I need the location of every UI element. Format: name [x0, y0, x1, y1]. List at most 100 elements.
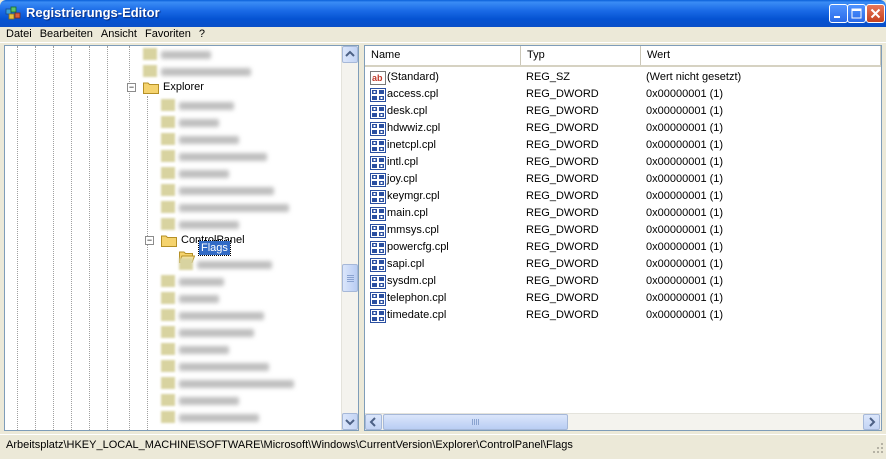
- value-data: 0x00000001 (1): [646, 291, 724, 304]
- value-name-cell: sysdm.cpl: [365, 274, 521, 289]
- value-name: sapi.cpl: [387, 257, 425, 270]
- value-row[interactable]: sysdm.cpl REG_DWORD 0x00000001 (1): [365, 272, 881, 289]
- column-header-value[interactable]: Wert: [641, 46, 881, 65]
- value-name-cell: intl.cpl: [365, 155, 521, 170]
- chevron-left-icon: [369, 417, 376, 427]
- folder-icon: [143, 82, 159, 94]
- close-button[interactable]: [866, 4, 885, 23]
- scroll-thumb[interactable]: [383, 414, 568, 430]
- value-type: REG_DWORD: [526, 189, 599, 202]
- tree-guide-line: [35, 46, 36, 430]
- value-type: REG_DWORD: [526, 172, 599, 185]
- value-row[interactable]: sapi.cpl REG_DWORD 0x00000001 (1): [365, 255, 881, 272]
- value-name: hdwwiz.cpl: [387, 121, 441, 134]
- value-data: 0x00000001 (1): [646, 257, 724, 270]
- column-header-name[interactable]: Name: [365, 46, 521, 65]
- value-name-cell: powercfg.cpl: [365, 240, 521, 255]
- menu-bar: Datei Bearbeiten Ansicht Favoriten ?: [0, 27, 886, 43]
- scroll-up-button[interactable]: [342, 46, 358, 63]
- scroll-down-button[interactable]: [342, 413, 358, 430]
- value-name-cell: access.cpl: [365, 87, 521, 102]
- tree-item-label: Explorer: [163, 81, 204, 93]
- list-horizontal-scrollbar[interactable]: [365, 413, 881, 430]
- value-data: 0x00000001 (1): [646, 240, 724, 253]
- menu-ansicht[interactable]: Ansicht: [97, 27, 141, 43]
- value-name-cell: keymgr.cpl: [365, 189, 521, 204]
- menu-help[interactable]: ?: [195, 27, 209, 43]
- tree-guide-line: [89, 46, 90, 430]
- tree-item-label-selected[interactable]: Flags: [198, 240, 231, 256]
- value-row[interactable]: joy.cpl REG_DWORD 0x00000001 (1): [365, 170, 881, 187]
- value-type: REG_DWORD: [526, 104, 599, 117]
- value-type: REG_DWORD: [526, 223, 599, 236]
- scroll-right-button[interactable]: [863, 414, 880, 430]
- value-row[interactable]: ab (Standard) REG_SZ (Wert nicht gesetzt): [365, 68, 881, 85]
- value-row[interactable]: access.cpl REG_DWORD 0x00000001 (1): [365, 85, 881, 102]
- value-row[interactable]: intl.cpl REG_DWORD 0x00000001 (1): [365, 153, 881, 170]
- value-name-cell: ab (Standard): [365, 70, 521, 85]
- value-name-cell: joy.cpl: [365, 172, 521, 187]
- value-data: 0x00000001 (1): [646, 206, 724, 219]
- value-row[interactable]: inetcpl.cpl REG_DWORD 0x00000001 (1): [365, 136, 881, 153]
- column-header-type[interactable]: Typ: [521, 46, 641, 65]
- value-row[interactable]: hdwwiz.cpl REG_DWORD 0x00000001 (1): [365, 119, 881, 136]
- value-data: (Wert nicht gesetzt): [646, 70, 742, 83]
- value-row[interactable]: keymgr.cpl REG_DWORD 0x00000001 (1): [365, 187, 881, 204]
- binary-value-icon: [370, 308, 386, 323]
- scroll-left-button[interactable]: [365, 414, 382, 430]
- minimize-button[interactable]: [829, 4, 848, 23]
- value-data: 0x00000001 (1): [646, 274, 724, 287]
- title-bar[interactable]: Registrierungs-Editor: [0, 0, 886, 27]
- value-name-cell: hdwwiz.cpl: [365, 121, 521, 136]
- value-row[interactable]: desk.cpl REG_DWORD 0x00000001 (1): [365, 102, 881, 119]
- string-value-icon: ab: [370, 70, 386, 85]
- binary-value-icon: [370, 172, 386, 187]
- value-rows: ab (Standard) REG_SZ (Wert nicht gesetzt) ac…: [365, 68, 881, 323]
- value-list[interactable]: Name Typ Wert ab (Standard) REG_SZ (Wert ni…: [364, 45, 882, 431]
- value-data: 0x00000001 (1): [646, 104, 724, 117]
- value-row[interactable]: mmsys.cpl REG_DWORD 0x00000001 (1): [365, 221, 881, 238]
- value-name: joy.cpl: [387, 172, 418, 185]
- menu-bearbeiten[interactable]: Bearbeiten: [36, 27, 97, 43]
- value-type: REG_DWORD: [526, 87, 599, 100]
- value-row[interactable]: powercfg.cpl REG_DWORD 0x00000001 (1): [365, 238, 881, 255]
- scroll-thumb[interactable]: [342, 264, 358, 292]
- menu-datei[interactable]: Datei: [0, 27, 36, 43]
- value-name: keymgr.cpl: [387, 189, 440, 202]
- value-name: (Standard): [387, 70, 439, 83]
- value-name-cell: sapi.cpl: [365, 257, 521, 272]
- value-data: 0x00000001 (1): [646, 189, 724, 202]
- value-type: REG_DWORD: [526, 206, 599, 219]
- value-type: REG_DWORD: [526, 138, 599, 151]
- menu-favoriten[interactable]: Favoriten: [141, 27, 195, 43]
- value-data: 0x00000001 (1): [646, 121, 724, 134]
- value-data: 0x00000001 (1): [646, 223, 724, 236]
- collapse-icon[interactable]: −: [145, 236, 154, 245]
- value-name: inetcpl.cpl: [387, 138, 436, 151]
- binary-value-icon: [370, 121, 386, 136]
- close-icon: [870, 8, 881, 19]
- value-name: access.cpl: [387, 87, 439, 100]
- resize-grip-icon[interactable]: [872, 442, 884, 454]
- value-row[interactable]: timedate.cpl REG_DWORD 0x00000001 (1): [365, 306, 881, 323]
- value-type: REG_DWORD: [526, 274, 599, 287]
- maximize-button[interactable]: [847, 4, 866, 23]
- collapse-icon[interactable]: −: [127, 83, 136, 92]
- value-data: 0x00000001 (1): [646, 155, 724, 168]
- tree-guide-line: [107, 46, 108, 430]
- svg-text:ab: ab: [372, 73, 383, 83]
- value-name-cell: timedate.cpl: [365, 308, 521, 323]
- binary-value-icon: [370, 257, 386, 272]
- value-row[interactable]: main.cpl REG_DWORD 0x00000001 (1): [365, 204, 881, 221]
- key-tree[interactable]: − Explorer − ControlPanel Flags: [4, 45, 359, 431]
- binary-value-icon: [370, 87, 386, 102]
- tree-vertical-scrollbar[interactable]: [341, 46, 358, 430]
- value-name: intl.cpl: [387, 155, 419, 168]
- maximize-icon: [851, 8, 862, 19]
- value-data: 0x00000001 (1): [646, 308, 724, 321]
- value-row[interactable]: telephon.cpl REG_DWORD 0x00000001 (1): [365, 289, 881, 306]
- value-name-cell: telephon.cpl: [365, 291, 521, 306]
- list-header: Name Typ Wert: [365, 46, 881, 67]
- binary-value-icon: [370, 155, 386, 170]
- value-type: REG_DWORD: [526, 121, 599, 134]
